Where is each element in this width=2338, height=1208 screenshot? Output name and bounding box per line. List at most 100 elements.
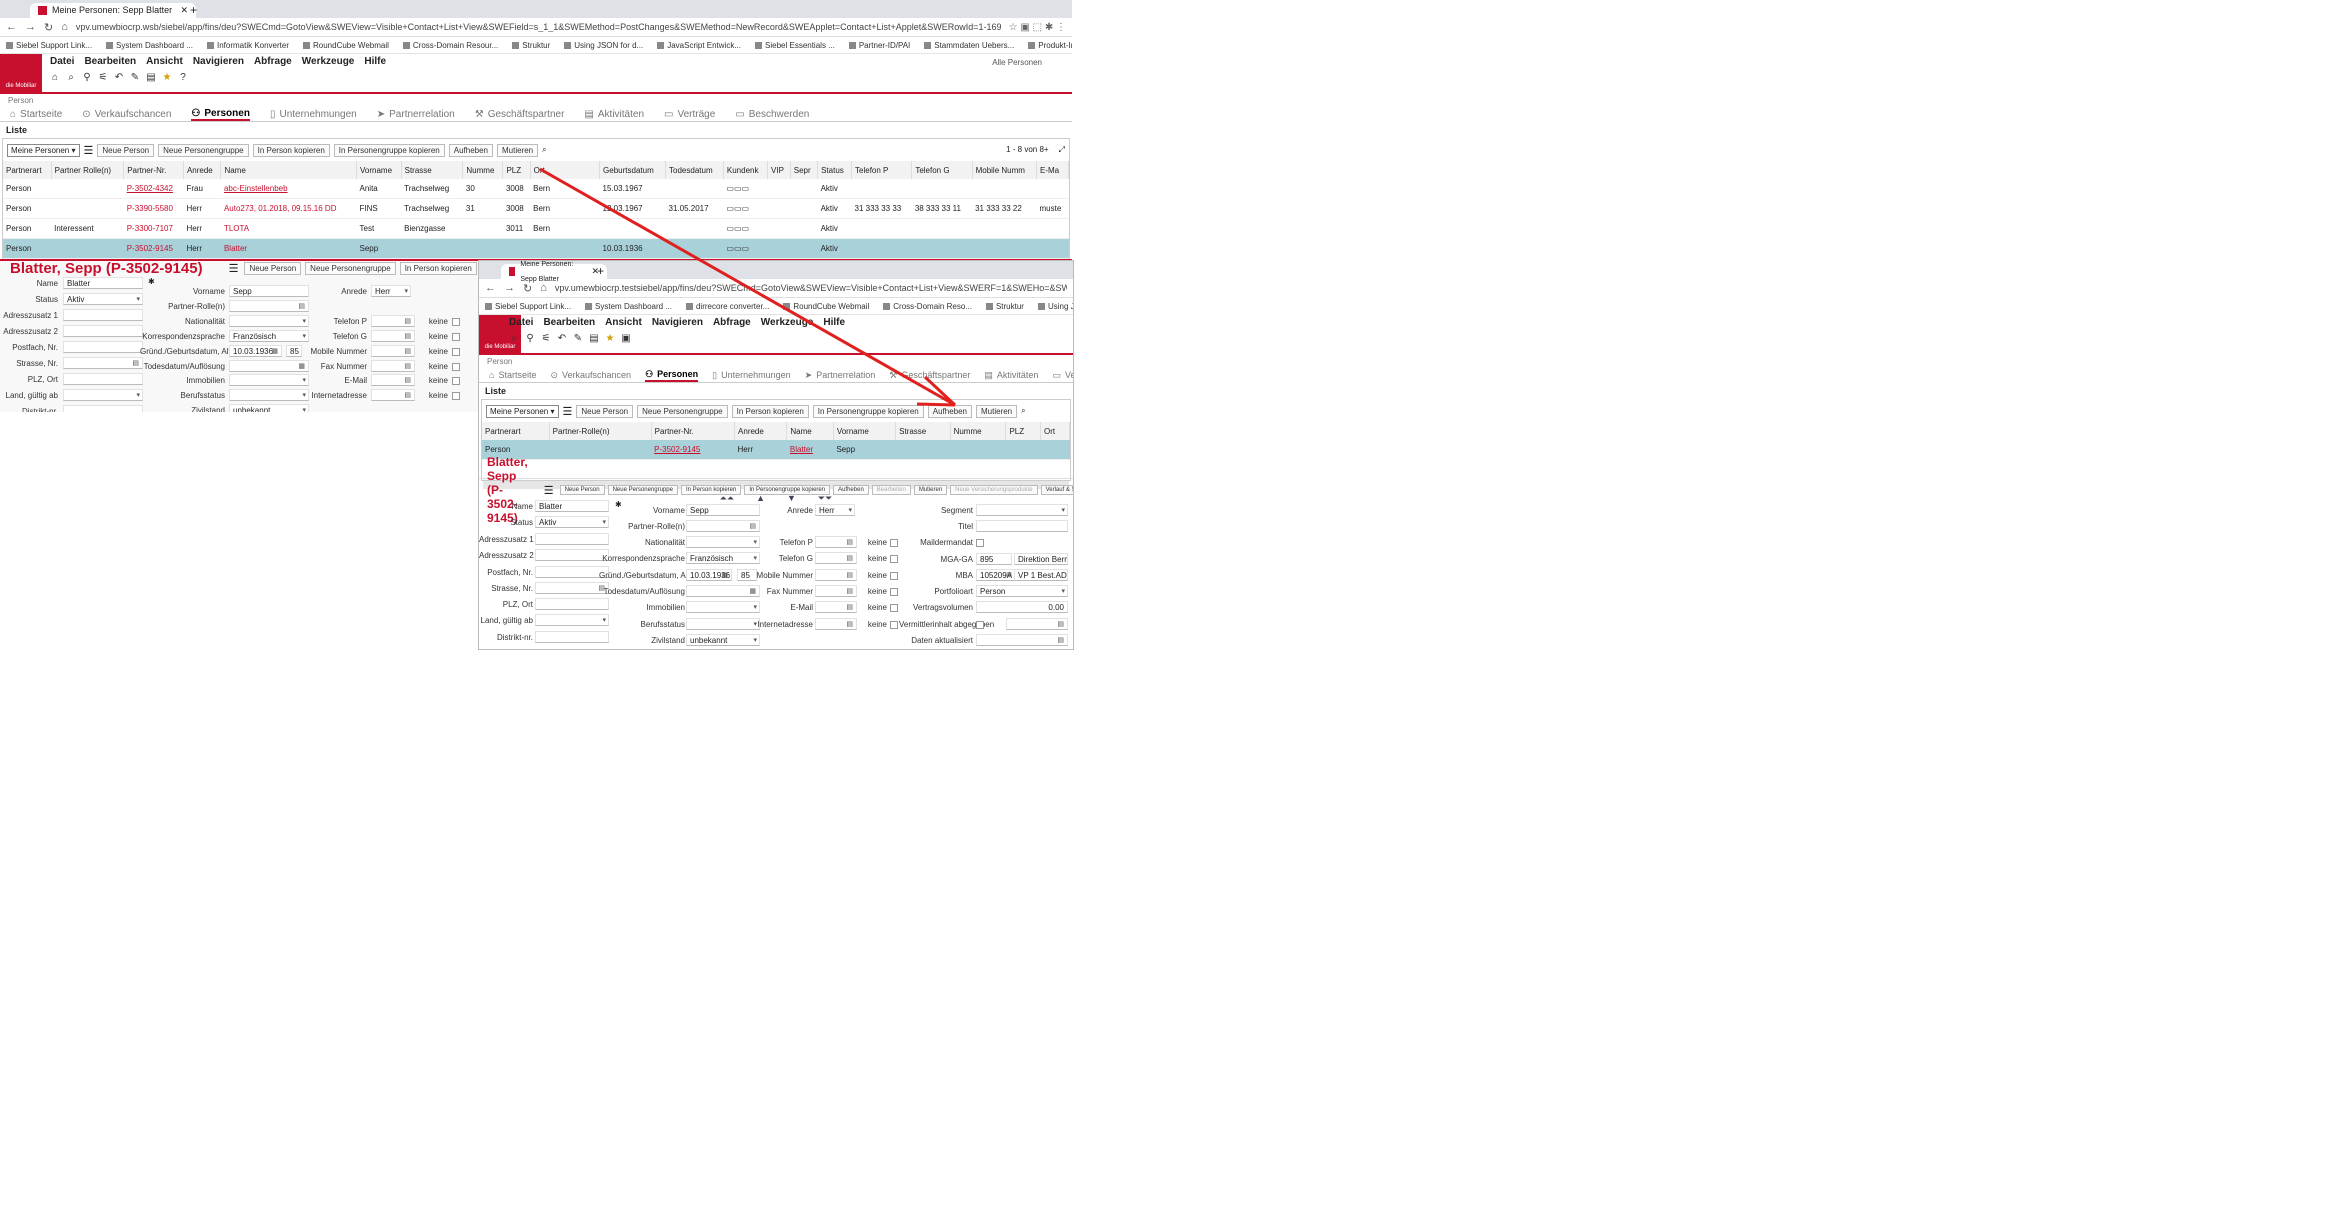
back-icon[interactable]: ← <box>485 282 496 294</box>
toolbar-star-icon[interactable]: ★ <box>605 333 615 344</box>
contact-picker-icon[interactable]: ▤ <box>404 361 411 371</box>
toolbar-filter-icon[interactable]: ⚟ <box>98 72 108 83</box>
field-input[interactable]: ▤ <box>371 360 415 372</box>
keine-checkbox[interactable] <box>452 377 460 385</box>
bookmark-item[interactable]: Siebel Support Link... <box>485 302 571 311</box>
calendar-icon[interactable]: ▦ <box>271 346 278 356</box>
toolbar-back-icon[interactable]: ↶ <box>114 72 124 83</box>
toolbar-tree-icon[interactable]: ⚲ <box>82 72 92 83</box>
field-input[interactable]: ▦ <box>229 360 309 372</box>
column-header[interactable]: Partner Rolle(n) <box>51 161 125 179</box>
field-input[interactable] <box>535 533 609 545</box>
field-input[interactable]: ▤ <box>976 634 1068 646</box>
list-button[interactable]: Aufheben <box>927 404 972 418</box>
column-header[interactable]: VIP <box>767 161 791 179</box>
table-row[interactable]: Person P-3502-9145 Herr Blatter Sepp <box>482 440 1070 460</box>
bookmark-item[interactable]: Produkt-Info/CRM <box>1028 41 1072 50</box>
url-field[interactable]: vpv.umewbiocrp.testsiebel/app/fins/deu?S… <box>555 283 1067 293</box>
field-input[interactable]: 10.03.1936 ▦ <box>229 345 282 357</box>
toolbar-search-icon[interactable]: ⌕ <box>66 72 76 83</box>
breadcrumb[interactable]: Person <box>479 355 1073 368</box>
bookmark-item[interactable]: Siebel Support Link... <box>6 41 92 50</box>
table-cell[interactable]: TLOTA <box>220 218 357 239</box>
field-input[interactable]: ▾ <box>229 374 309 386</box>
menu-item-werkzeuge[interactable]: Werkzeuge <box>302 56 355 67</box>
field-input[interactable]: 0.00 <box>976 601 1068 613</box>
field-input[interactable]: unbekannt ▾ <box>229 404 309 412</box>
column-header[interactable]: Partner-Nr. <box>123 161 184 179</box>
tab-verträge[interactable]: ▭Verträge <box>1052 370 1073 381</box>
field-input[interactable]: ▾ <box>229 389 309 401</box>
toolbar-home-icon[interactable]: ⌂ <box>50 72 60 83</box>
bookmark-item[interactable]: Cross-Domain Resour... <box>402 41 498 50</box>
field-input[interactable]: Person ▾ <box>976 585 1068 597</box>
menu-item-abfrage[interactable]: Abfrage <box>254 56 292 67</box>
field-input[interactable]: ▤ <box>686 520 760 532</box>
forward-icon[interactable]: → <box>25 21 36 33</box>
table-cell[interactable]: P-3300-7107 <box>123 218 184 239</box>
column-header[interactable]: Telefon G <box>911 161 973 179</box>
dropdown-chevron-icon[interactable]: ▾ <box>1061 505 1065 515</box>
tab-beschwerden[interactable]: ▭ Beschwerden <box>735 109 809 120</box>
bookmark-item[interactable]: Informatik Konverter <box>206 41 289 50</box>
toolbar-search-icon[interactable]: ⌕ <box>509 333 519 344</box>
keine-checkbox[interactable] <box>890 621 898 629</box>
keine-checkbox[interactable] <box>890 555 898 563</box>
expand-icon[interactable]: ⤢ <box>1059 145 1065 155</box>
keine-checkbox[interactable] <box>890 588 898 596</box>
table-cell[interactable]: abc-Einstellenbeb <box>220 179 357 199</box>
field-input[interactable]: Französisch ▾ <box>229 330 309 342</box>
dropdown-chevron-icon[interactable]: ▾ <box>404 286 408 296</box>
table-cell[interactable]: Blatter <box>220 238 357 259</box>
extension-icons[interactable]: ☆ ▣ ⬚ ✱ ⋮ <box>1009 22 1066 33</box>
field-input[interactable]: 105209A ⊞ <box>976 569 1016 581</box>
menu-item-werkzeuge[interactable]: Werkzeuge <box>761 317 814 328</box>
toolbar-help-icon[interactable]: ? <box>178 72 188 83</box>
column-header[interactable]: Partner-Rolle(n) <box>549 422 652 440</box>
tab-aktivitäten[interactable]: ▤ Aktivitäten <box>584 109 644 120</box>
toolbar-back-icon[interactable]: ↶ <box>557 333 567 344</box>
field-input[interactable]: ▤ <box>371 389 415 401</box>
breadcrumb[interactable]: Person <box>0 94 1072 107</box>
browser-tab-2[interactable]: Meine Personen: Sepp Blatter ✕ <box>501 261 607 283</box>
table-row[interactable]: Person P-3390-5580 Herr Auto273, 01.2018, 0… <box>3 198 1069 219</box>
field-input[interactable]: ▤ <box>63 357 143 369</box>
field-input[interactable] <box>63 309 143 321</box>
keine-checkbox[interactable] <box>890 604 898 612</box>
tab-aktivitäten[interactable]: ▤ Aktivitäten <box>984 370 1038 381</box>
column-header[interactable]: Ort <box>530 161 601 179</box>
field-input[interactable]: ▤ <box>815 569 857 581</box>
column-header[interactable]: Vorname <box>833 422 897 440</box>
column-header[interactable]: Partner-Nr. <box>651 422 736 440</box>
column-header[interactable]: Partnerart <box>482 422 550 440</box>
tab-personen[interactable]: ⚇ Personen <box>645 369 699 382</box>
field-input[interactable]: ▤ <box>815 601 857 613</box>
column-header[interactable]: Numme <box>462 161 504 179</box>
menu-item-ansicht[interactable]: Ansicht <box>146 56 183 67</box>
field-input[interactable] <box>63 373 143 385</box>
contact-picker-icon[interactable]: ▤ <box>404 346 411 356</box>
contact-picker-icon[interactable]: ▤ <box>846 586 853 596</box>
toolbar-filter-icon[interactable]: ⚟ <box>541 333 551 344</box>
menu-item-bearbeiten[interactable]: Bearbeiten <box>543 317 595 328</box>
field-input[interactable]: ▤ <box>1006 618 1068 630</box>
list-menu-icon[interactable]: ☰ <box>563 405 573 418</box>
column-header[interactable]: Geburtsdatum <box>599 161 667 179</box>
contact-picker-icon[interactable]: ▤ <box>846 537 853 547</box>
bookmark-item[interactable]: Struktur <box>512 41 550 50</box>
field-input[interactable]: ▤ <box>371 315 415 327</box>
list-search-icon[interactable]: ⌕ <box>1021 406 1025 416</box>
contact-picker-icon[interactable]: ▤ <box>846 553 853 563</box>
keine-checkbox[interactable] <box>890 572 898 580</box>
dropdown-chevron-icon[interactable]: ▾ <box>848 505 852 515</box>
field-input[interactable]: ▤ <box>815 585 857 597</box>
refresh-data-icon[interactable]: ▤ <box>1057 635 1064 645</box>
dropdown-chevron-icon[interactable]: ▾ <box>753 635 757 645</box>
keine-checkbox[interactable] <box>452 363 460 371</box>
column-header[interactable]: Strasse <box>895 422 951 440</box>
field-input[interactable]: ▾ <box>976 504 1068 516</box>
bookmark-item[interactable]: Struktur <box>985 302 1024 311</box>
bookmark-item[interactable]: dirrecore converter... <box>685 302 769 311</box>
column-header[interactable]: Vorname <box>356 161 402 179</box>
reload-icon[interactable]: ↻ <box>44 21 53 34</box>
